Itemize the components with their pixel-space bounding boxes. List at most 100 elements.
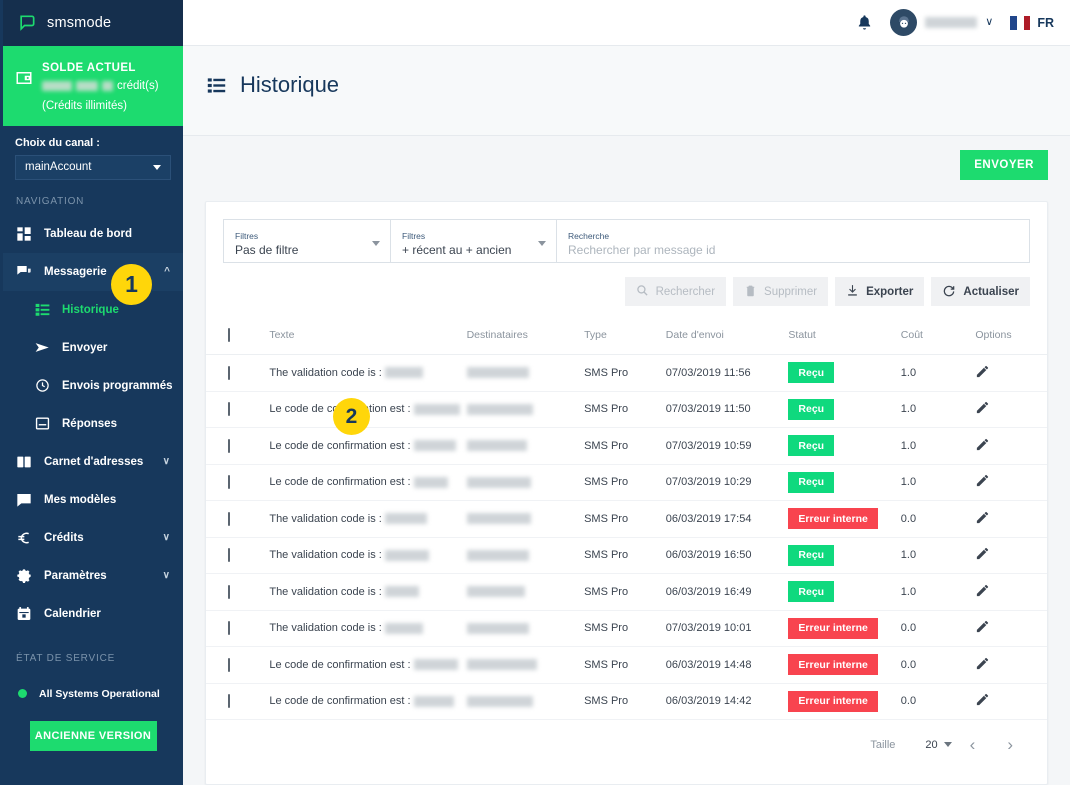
texte-value: Le code de confirmation est : [269,439,411,452]
table-row[interactable]: The validation code is : SMS Pro 06/03/20… [206,500,1047,538]
pencil-icon[interactable] [975,438,990,455]
pencil-icon[interactable] [975,657,990,674]
sidebar-item-label: Calendrier [44,607,101,620]
col-date-envoi: Date d'envoi [665,320,789,355]
pencil-icon[interactable] [975,475,990,491]
row-select-cell [206,646,270,684]
table-row[interactable]: Le code de confirmation est : SMS Pro 07/… [206,427,1047,465]
row-checkbox[interactable] [228,621,230,636]
pencil-icon[interactable] [975,548,990,564]
language-selector[interactable]: FR [1010,15,1054,30]
cell-texte: The validation code is : [269,354,467,392]
bell-icon[interactable] [856,14,873,31]
pencil-icon[interactable] [975,621,990,637]
table-row[interactable]: Le code de confirmation est : SMS Pro07/… [206,391,1047,428]
table-row[interactable]: The validation code is : SMS Pro 06/03/20… [206,537,1047,574]
pencil-icon[interactable] [975,402,990,418]
row-checkbox[interactable] [228,438,230,453]
table-row[interactable]: Le code de confirmation est : SMS Pro 06/… [206,683,1047,720]
user-menu[interactable]: ∨ [890,9,993,36]
table-row[interactable]: The validation code is : SMS Pro 07/03/20… [206,610,1047,647]
row-checkbox[interactable] [228,402,230,417]
button-label: Rechercher [655,285,716,298]
sidebar-item-tableau-de-bord[interactable]: Tableau de bord [3,215,183,253]
cell-destinataires [466,500,585,538]
cell-statut: Erreur interne [788,646,901,684]
chevron-left-icon[interactable]: ‹ [962,736,984,753]
cell-type: SMS Pro [584,354,666,392]
sidebar-item-envoyer[interactable]: Envoyer [3,329,183,367]
cell-cout: 0.0 [900,500,976,538]
status-badge: Reçu [788,362,835,384]
sidebar-item-credits[interactable]: Crédits ∨ [3,519,183,557]
row-checkbox[interactable] [228,475,230,490]
channel-select[interactable]: mainAccount [15,154,171,180]
filter-select-1[interactable]: Filtres Pas de filtre [223,219,391,263]
sidebar-item-mes-modeles[interactable]: Mes modèles [3,481,183,519]
destinataire-blurred [466,659,537,671]
col-statut: Statut [788,320,901,355]
table-row[interactable]: Le code de confirmation est : SMS Pro 06/… [206,646,1047,684]
destinataire-blurred [466,586,525,598]
date-value: 07/03/2019 10:01 [665,622,752,635]
chevron-down-icon [153,164,161,170]
rechercher-button[interactable]: Rechercher [624,277,727,306]
france-flag-icon [1010,15,1031,30]
table-row[interactable]: The validation code is : SMS Pro 07/03/20… [206,354,1047,392]
cout-value: 0.0 [900,695,917,708]
annotation-marker-1: 1 [111,264,152,305]
supprimer-button[interactable]: Supprimer [733,277,829,306]
pencil-icon[interactable] [975,365,990,382]
search-input-wrapper[interactable]: Recherche Rechercher par message id [557,219,1030,263]
sidebar-item-historique[interactable]: Historique [3,291,183,329]
row-checkbox[interactable] [228,548,230,563]
button-label: Exporter [866,285,914,298]
cell-statut: Erreur interne [788,500,901,538]
filter-value: + récent au + ancien [402,242,512,257]
pencil-icon[interactable] [975,511,990,528]
actualiser-button[interactable]: Actualiser [931,277,1030,306]
type-value: SMS Pro [584,439,629,452]
table-row[interactable]: The validation code is : SMS Pro 06/03/20… [206,573,1047,611]
table-row[interactable]: Le code de confirmation est : SMS Pro07/… [206,464,1047,501]
row-checkbox[interactable] [228,657,230,672]
cell-date-envoi: 07/03/2019 10:01 [665,610,789,647]
service-status-header: ÉTAT DE SERVICE [16,652,116,664]
destinataire-blurred [466,622,529,634]
filter-select-2[interactable]: Filtres + récent au + ancien [391,219,557,263]
sidebar-item-calendrier[interactable]: Calendrier [3,595,183,633]
row-select-cell [206,610,270,647]
main-area: ∨ FR Historique ENVOYER Filtres Pas de f… [183,0,1070,785]
exporter-button[interactable]: Exporter [835,277,925,306]
cell-date-envoi: 06/03/2019 16:50 [665,537,789,574]
sidebar-item-reponses[interactable]: Réponses [3,405,183,443]
brand[interactable]: smsmode [3,0,183,46]
sidebar-item-envois-programmes[interactable]: Envois programmés [3,367,183,405]
row-checkbox[interactable] [228,365,230,380]
filter-value: Pas de filtre [235,242,299,257]
page-size-select[interactable]: 20 [925,738,952,751]
send-button[interactable]: ENVOYER [960,150,1048,180]
row-checkbox[interactable] [228,511,230,526]
cout-value: 1.0 [900,476,917,489]
service-status-row: All Systems Operational [3,664,183,700]
wallet-icon [15,69,33,87]
sidebar-item-messagerie[interactable]: Messagerie ^ [3,252,183,291]
sidebar-subitem-label: Envoyer [62,341,108,354]
status-badge: Reçu [788,471,835,493]
pencil-icon[interactable] [975,694,990,710]
pencil-icon[interactable] [975,584,990,601]
sidebar-item-parametres[interactable]: Paramètres ∨ [3,557,183,595]
search-input[interactable]: Rechercher par message id [568,243,1018,257]
old-version-button[interactable]: ANCIENNE VERSION [29,720,157,751]
pagination: Taille 20 ‹ › [206,720,1047,753]
date-value: 07/03/2019 10:59 [665,439,752,452]
page-size-value: 20 [925,738,938,751]
row-checkbox[interactable] [228,694,230,709]
sidebar-item-carnet-adresses[interactable]: Carnet d'adresses ∨ [3,443,183,481]
row-checkbox[interactable] [228,584,230,599]
send-row: ENVOYER [183,136,1070,180]
chevron-right-icon[interactable]: › [999,736,1021,753]
select-all-checkbox[interactable] [228,328,230,342]
cell-cout: 0.0 [900,646,976,684]
